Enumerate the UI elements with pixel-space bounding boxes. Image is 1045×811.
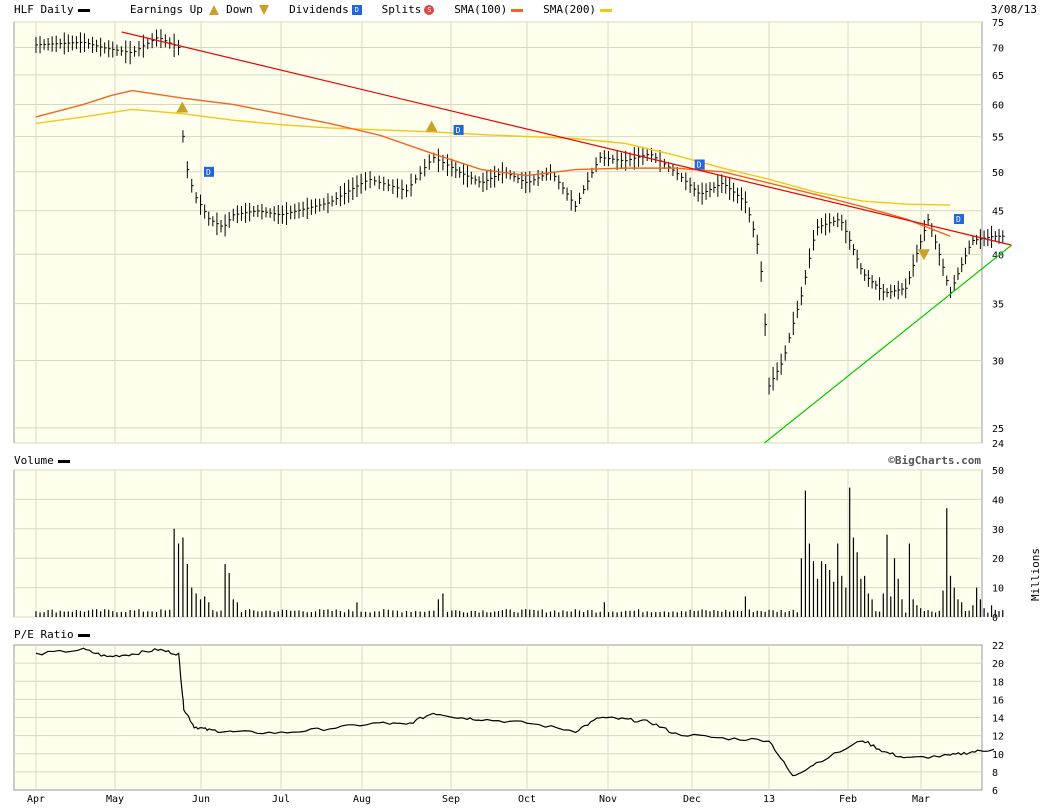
price-tick-label: 55 [992, 133, 1004, 144]
pe-tick-label: 22 [992, 641, 1004, 652]
pe-label: P/E Ratio [14, 628, 74, 641]
price-tick-label: 75 [992, 18, 1004, 29]
price-tick-label: 70 [992, 43, 1004, 54]
split-icon: S [424, 5, 435, 15]
x-tick-label: Jun [192, 794, 210, 805]
price-tick-label: 24 [992, 439, 1004, 450]
dividend-marker-glyph: D [456, 126, 461, 135]
credit-label: ©BigCharts.com [888, 454, 981, 467]
x-tick-label: Apr [27, 794, 45, 805]
pe-tick-label: 14 [992, 714, 1004, 725]
earnings-label: Earnings Up [130, 3, 203, 16]
pe-legend: P/E Ratio [14, 627, 90, 643]
x-tick-label: May [106, 794, 124, 805]
events-legend: Earnings Up Down Dividends D Splits S SMA(… [130, 2, 613, 18]
volume-plot-area [13, 469, 983, 618]
price-tick-label: 50 [992, 168, 1004, 179]
volume-panel: 50403020100 [13, 466, 1004, 624]
dividend-marker-glyph: D [956, 215, 961, 224]
price-tick-label: 60 [992, 100, 1004, 111]
volume-tick-label: 30 [992, 525, 1004, 536]
price-panel: 757065605550454035302524DDDD [13, 18, 1012, 450]
pe-tick-label: 10 [992, 750, 1004, 761]
chart-stage: 75 70 65 60 55 50 45 40 35 30 25 24 D D D D 50 40 30 20 10 0… [0, 0, 1045, 808]
volume-swatch [57, 459, 70, 463]
x-tick-label: Aug [353, 794, 371, 805]
pe-tick-label: 8 [992, 768, 998, 779]
x-tick-label: Nov [599, 794, 617, 805]
sma100-label: SMA(100) [454, 3, 508, 16]
bigcharts-figure: 757065605550454035302524DDDD 50403020100… [13, 18, 1012, 805]
price-tick-label: 65 [992, 71, 1004, 82]
x-tick-label: 13 [763, 794, 775, 805]
splits-label: Splits [381, 3, 422, 16]
volume-tick-label: 40 [992, 495, 1004, 506]
dividend-marker-glyph: D [697, 160, 702, 169]
x-tick-label: Oct [518, 794, 536, 805]
volume-legend: Volume [14, 453, 70, 469]
price-tick-label: 30 [992, 357, 1004, 368]
volume-label: Volume [14, 454, 54, 467]
x-axis: Apr May Jun Jul Aug Sep Oct Nov Dec 13 Feb Mar [27, 794, 930, 805]
x-tick-label: Dec [683, 794, 701, 805]
price-plot-area [13, 21, 983, 444]
x-tick-label: Feb [839, 794, 857, 805]
pe-tick-label: 6 [992, 786, 998, 797]
date-label: 3/08/13 [990, 3, 1037, 16]
pe-panel: 22 20 18 16 14 12 10 8 6 [13, 641, 1004, 797]
x-tick-label: Sep [442, 794, 460, 805]
sma200-swatch [600, 8, 613, 12]
volume-tick-label: 50 [992, 466, 1004, 477]
x-tick-label: Mar [912, 794, 930, 805]
pe-tick-label: 18 [992, 677, 1004, 688]
symbol-legend: HLF Daily [14, 2, 90, 18]
pe-tick-label: 12 [992, 732, 1004, 743]
volume-units-label: Millions [1029, 548, 1042, 601]
symbol-label: HLF Daily [14, 3, 74, 16]
price-tick-label: 45 [992, 207, 1004, 218]
price-swatch [77, 8, 90, 12]
dividend-icon: D [351, 5, 362, 15]
earnings-up-icon [209, 5, 220, 15]
sma100-swatch [511, 8, 524, 12]
pe-swatch [77, 633, 90, 637]
price-tick-label: 25 [992, 424, 1004, 435]
volume-tick-label: 20 [992, 554, 1004, 565]
pe-tick-label: 20 [992, 659, 1004, 670]
x-tick-label: Jul [272, 794, 290, 805]
down-label: Down [226, 3, 253, 16]
earnings-down-icon [259, 5, 270, 15]
pe-tick-label: 16 [992, 695, 1004, 706]
sma200-label: SMA(200) [543, 3, 597, 16]
volume-tick-label: 10 [992, 584, 1004, 595]
dividend-marker-glyph: D [206, 168, 211, 177]
price-tick-label: 35 [992, 300, 1004, 311]
dividends-label: Dividends [289, 3, 349, 16]
